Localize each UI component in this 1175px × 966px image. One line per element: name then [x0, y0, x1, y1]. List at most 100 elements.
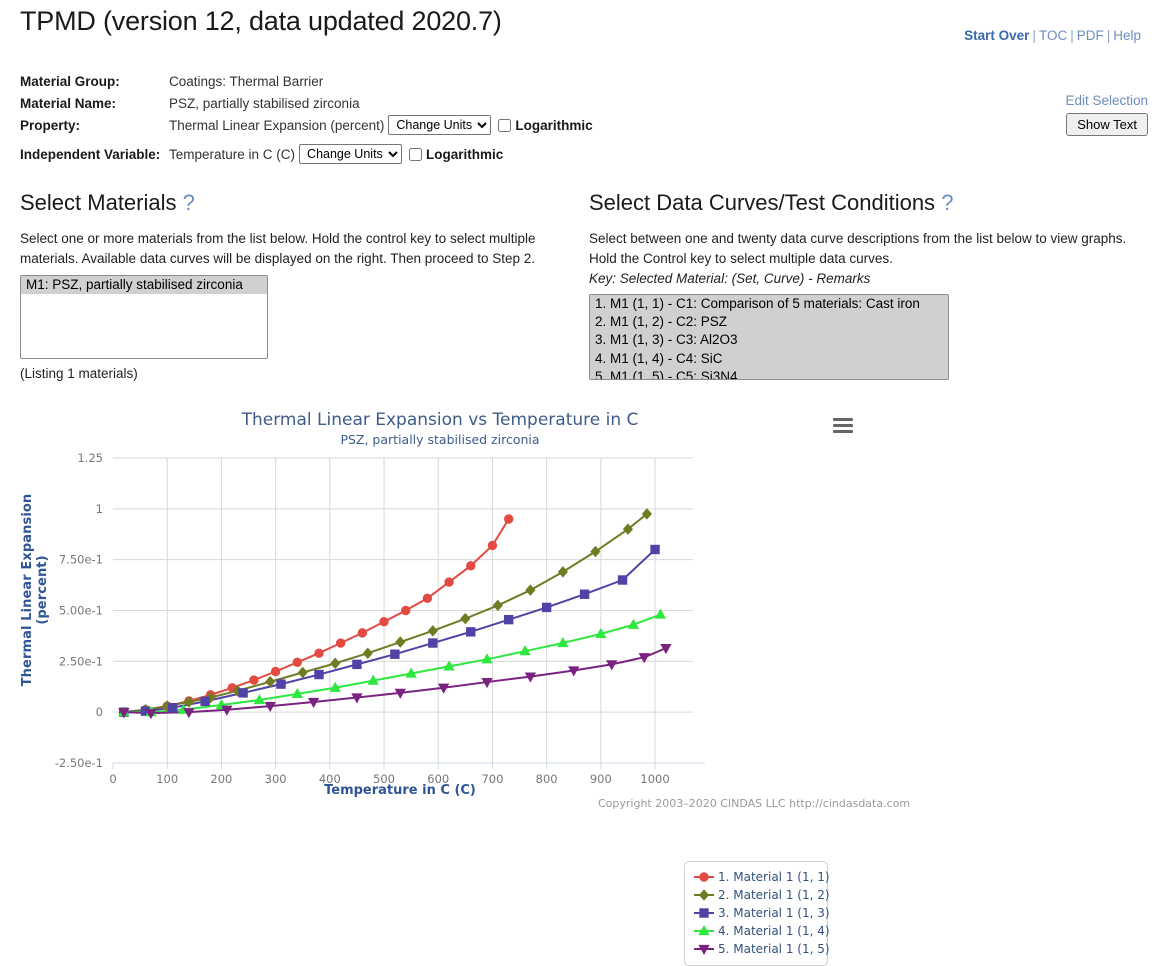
materials-listbox[interactable]: M1: PSZ, partially stabilised zirconia	[20, 275, 268, 359]
select-data-curves-heading: Select Data Curves/Test Conditions ?	[589, 190, 1157, 216]
independent-logarithmic-wrap: Logarithmic	[409, 147, 503, 162]
data-point-marker[interactable]	[699, 908, 709, 918]
independent-change-units-select[interactable]: Change Units	[299, 144, 403, 164]
data-point-marker[interactable]	[362, 647, 373, 659]
property-logarithmic-checkbox[interactable]	[498, 118, 512, 132]
x-axis-tick-label: 300	[265, 772, 287, 785]
data-point-marker[interactable]	[390, 649, 400, 659]
data-point-marker[interactable]	[504, 514, 514, 524]
show-text-button[interactable]: Show Text	[1066, 113, 1148, 136]
y-axis-tick-label: 1	[96, 502, 103, 516]
data-point-marker[interactable]	[249, 675, 259, 685]
data-point-marker[interactable]	[492, 599, 503, 612]
data-point-marker[interactable]	[379, 616, 389, 627]
data-point-marker[interactable]	[314, 648, 324, 658]
independent-logarithmic-label: Logarithmic	[426, 146, 504, 162]
data-point-marker[interactable]	[698, 889, 710, 901]
data-point-marker[interactable]	[270, 666, 281, 677]
data-point-marker[interactable]	[541, 602, 552, 613]
data-point-marker[interactable]	[357, 628, 368, 638]
legend-item-3[interactable]: 3. Material 1 (1, 3)	[693, 904, 830, 922]
list-item[interactable]: 2. M1 (1, 2) - C2: PSZ	[590, 313, 948, 331]
data-point-marker[interactable]	[525, 584, 536, 596]
nav-link-toc[interactable]: TOC	[1039, 28, 1067, 43]
data-point-marker[interactable]	[444, 577, 454, 587]
legend-item-2[interactable]: 2. Material 1 (1, 2)	[693, 886, 830, 904]
list-item[interactable]: M1: PSZ, partially stabilised zirconia	[21, 276, 267, 294]
property-change-units-select[interactable]: Change Units	[388, 115, 492, 135]
material-name-value: PSZ, partially stabilised zirconia	[169, 95, 360, 111]
series-line-2[interactable]	[122, 512, 648, 714]
triangle-marker-icon	[693, 924, 715, 938]
legend-item-4[interactable]: 4. Material 1 (1, 4)	[693, 922, 830, 940]
data-point-marker[interactable]	[167, 702, 178, 713]
data-point-marker[interactable]	[650, 544, 660, 555]
circle-marker-icon	[693, 870, 715, 884]
data-point-marker[interactable]	[335, 638, 346, 648]
data-point-marker[interactable]	[238, 688, 248, 698]
legend-item-5[interactable]: 5. Material 1 (1, 5)	[693, 940, 830, 958]
data-point-marker[interactable]	[699, 872, 709, 882]
list-item[interactable]: 5. M1 (1, 5) - C5: Si3N4	[590, 368, 948, 380]
data-point-marker[interactable]	[395, 636, 406, 648]
data-point-marker[interactable]	[466, 561, 476, 571]
chart-container: Thermal Linear Expansion vs Temperature …	[0, 405, 1175, 966]
series-line-3[interactable]	[122, 548, 657, 714]
data-curves-listbox[interactable]: 1. M1 (1, 1) - C1: Comparison of 5 mater…	[589, 294, 949, 380]
y-axis-tick-label: 2.50e-1	[59, 654, 103, 668]
selection-summary: Material Group: Coatings: Thermal Barrie…	[20, 70, 593, 165]
data-point-marker[interactable]	[460, 612, 471, 625]
data-point-marker[interactable]	[466, 627, 476, 637]
data-point-marker[interactable]	[314, 669, 324, 680]
y-axis-tick-label: 0	[96, 705, 103, 719]
independent-variable-value: Temperature in C (C)	[169, 146, 296, 162]
materials-listing-count: (Listing 1 materials)	[20, 366, 138, 381]
data-point-marker[interactable]	[590, 545, 601, 558]
data-point-marker[interactable]	[427, 625, 438, 637]
select-data-curves-description-line2: Hold the Control key to select multiple …	[589, 251, 893, 266]
data-point-marker[interactable]	[557, 566, 568, 578]
nav-link-pdf[interactable]: PDF	[1077, 28, 1104, 43]
edit-selection-link[interactable]: Edit Selection	[1065, 93, 1148, 108]
list-item[interactable]: 1. M1 (1, 1) - C1: Comparison of 5 mater…	[590, 295, 948, 313]
material-group-value: Coatings: Thermal Barrier	[169, 73, 324, 89]
property-value: Thermal Linear Expansion (percent)	[169, 117, 385, 133]
independent-logarithmic-checkbox[interactable]	[409, 147, 423, 161]
nav-link-help[interactable]: Help	[1113, 28, 1141, 43]
list-item[interactable]: 3. M1 (1, 3) - C3: Al2O3	[590, 331, 948, 349]
data-point-marker[interactable]	[401, 605, 411, 616]
x-axis-tick-label: 0	[109, 772, 116, 785]
series-line-1[interactable]	[122, 518, 510, 714]
help-icon[interactable]: ?	[183, 190, 195, 215]
data-point-marker[interactable]	[200, 696, 210, 707]
select-materials-heading-text: Select Materials	[20, 190, 177, 215]
triangle-down-marker-icon	[693, 942, 715, 956]
material-name-row: Material Name: PSZ, partially stabilised…	[20, 92, 593, 114]
nav-link-start-over[interactable]: Start Over	[964, 28, 1029, 43]
data-point-marker[interactable]	[487, 540, 498, 551]
data-point-marker[interactable]	[297, 666, 308, 679]
x-axis-tick-label: 600	[427, 772, 449, 785]
data-point-marker[interactable]	[422, 593, 433, 604]
data-point-marker[interactable]	[579, 589, 590, 599]
list-item[interactable]: 4. M1 (1, 4) - C4: SiC	[590, 350, 948, 368]
data-point-marker[interactable]	[504, 614, 514, 625]
x-axis-tick-label: 200	[210, 772, 232, 785]
data-point-marker[interactable]	[428, 638, 438, 648]
x-axis-tick-label: 800	[536, 772, 558, 785]
data-point-marker[interactable]	[292, 657, 302, 668]
data-point-marker[interactable]	[352, 659, 362, 670]
x-axis-tick-label: 100	[156, 772, 178, 785]
property-logarithmic-label: Logarithmic	[515, 117, 593, 133]
legend-item-1[interactable]: 1. Material 1 (1, 1)	[693, 868, 830, 886]
data-point-marker[interactable]	[276, 679, 286, 689]
select-data-curves-description-line1: Select between one and twenty data curve…	[589, 231, 1127, 246]
y-axis-tick-label: 5.00e-1	[59, 604, 103, 618]
diamond-marker-icon	[693, 888, 715, 902]
help-icon[interactable]: ?	[941, 190, 953, 215]
data-point-marker[interactable]	[617, 575, 628, 585]
data-point-marker[interactable]	[330, 657, 341, 670]
x-axis-tick-label: 900	[590, 772, 612, 785]
x-axis-tick-label: 700	[481, 772, 503, 785]
legend-item-label: 2. Material 1 (1, 2)	[718, 888, 830, 902]
